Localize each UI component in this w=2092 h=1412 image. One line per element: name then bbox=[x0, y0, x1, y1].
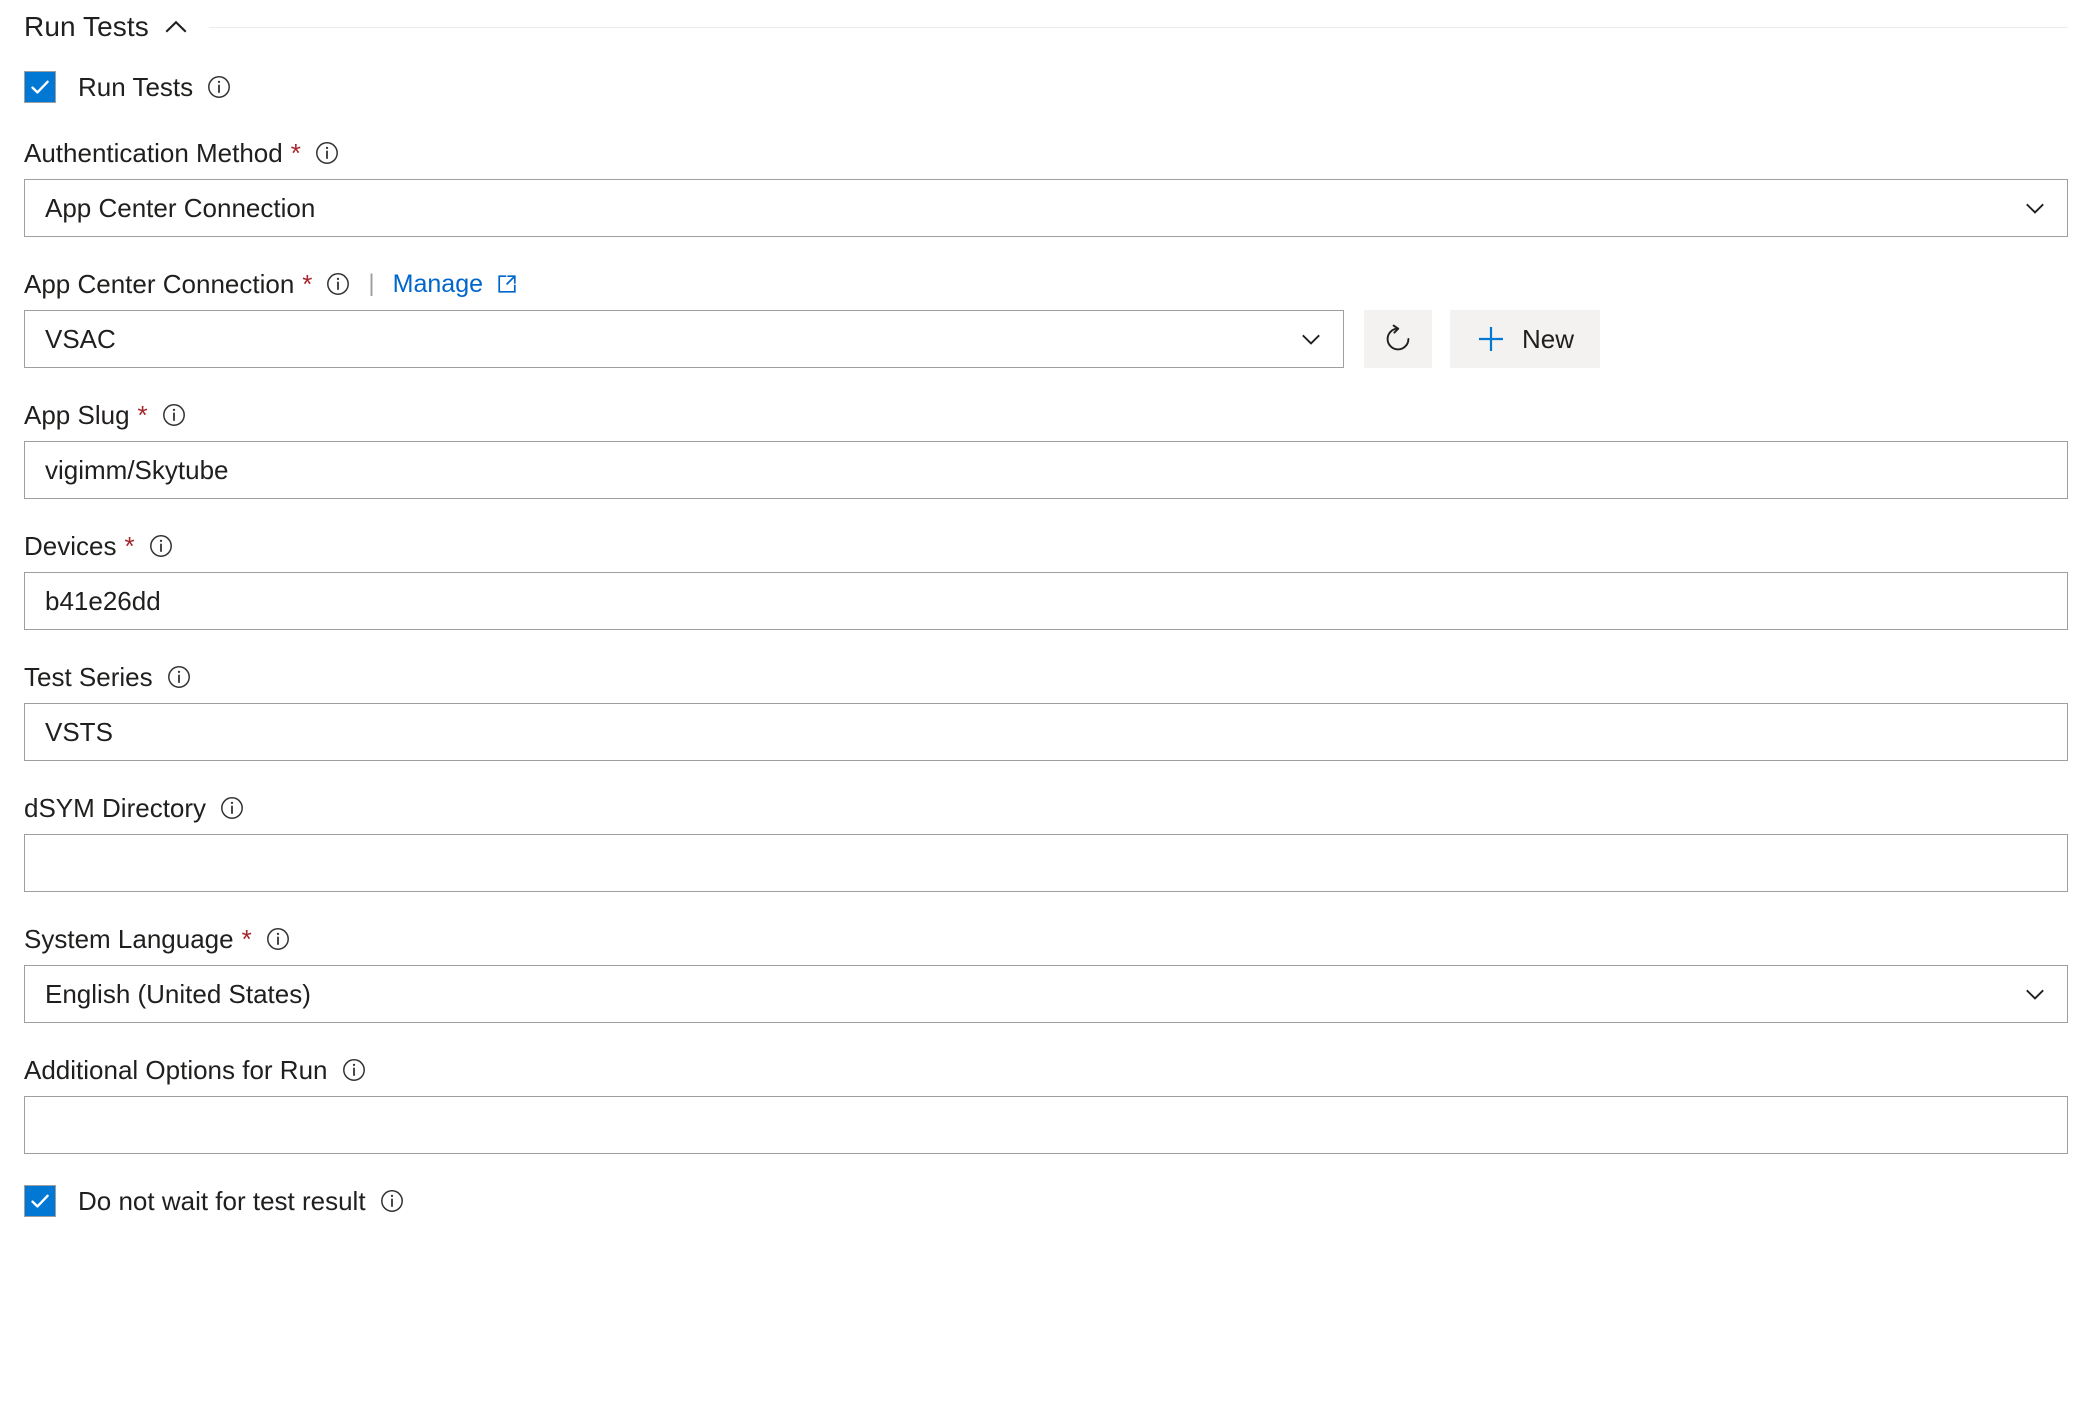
info-icon[interactable] bbox=[167, 665, 191, 689]
field-devices: Devices * b41e26dd bbox=[24, 529, 2068, 630]
control-row: English (United States) bbox=[24, 965, 2068, 1023]
field-label: Authentication Method bbox=[24, 137, 283, 168]
authentication-method-dropdown[interactable]: App Center Connection bbox=[24, 179, 2068, 237]
info-icon[interactable] bbox=[380, 1189, 404, 1213]
section-title: Run Tests bbox=[24, 11, 149, 42]
system-language-value: English (United States) bbox=[45, 978, 311, 1009]
info-icon[interactable] bbox=[220, 796, 244, 820]
info-icon[interactable] bbox=[266, 927, 290, 951]
info-icon[interactable] bbox=[326, 272, 350, 296]
test-series-value: VSTS bbox=[45, 716, 113, 747]
field-label-row: Authentication Method * bbox=[24, 136, 2068, 170]
required-indicator: * bbox=[302, 269, 313, 299]
refresh-connection-button[interactable] bbox=[1364, 310, 1432, 368]
field-additional-options: Additional Options for Run bbox=[24, 1053, 2068, 1154]
info-icon[interactable] bbox=[315, 141, 339, 165]
run-tests-checkbox[interactable] bbox=[24, 71, 56, 103]
field-label-row: Devices * bbox=[24, 529, 2068, 563]
control-row: VSAC New bbox=[24, 310, 2068, 368]
field-test-series: Test Series VSTS bbox=[24, 660, 2068, 761]
field-label: System Language bbox=[24, 923, 234, 954]
plus-icon bbox=[1476, 324, 1506, 354]
field-app-slug: App Slug * vigimm/Skytube bbox=[24, 398, 2068, 499]
run-tests-checkbox-label: Run Tests bbox=[78, 71, 194, 102]
field-dsym-directory: dSYM Directory bbox=[24, 791, 2068, 892]
devices-value: b41e26dd bbox=[45, 585, 161, 616]
control-row: b41e26dd bbox=[24, 572, 2068, 630]
chevron-down-icon[interactable] bbox=[1297, 325, 1325, 353]
run-tests-panel: Run Tests Run Tests Authentication Metho… bbox=[0, 4, 2092, 1412]
field-label-row: dSYM Directory bbox=[24, 791, 2068, 825]
required-indicator: * bbox=[124, 531, 135, 561]
chevron-down-icon[interactable] bbox=[2021, 980, 2049, 1008]
control-row bbox=[24, 1096, 2068, 1154]
devices-input[interactable]: b41e26dd bbox=[24, 572, 2068, 630]
control-row: VSTS bbox=[24, 703, 2068, 761]
field-app-center-connection: App Center Connection * | Manage VSAC Ne… bbox=[24, 267, 2068, 368]
field-label-row: Additional Options for Run bbox=[24, 1053, 2068, 1087]
field-system-language: System Language * English (United States… bbox=[24, 922, 2068, 1023]
info-icon[interactable] bbox=[207, 75, 231, 99]
field-label: Devices bbox=[24, 530, 117, 561]
do-not-wait-checkbox[interactable] bbox=[24, 1185, 56, 1217]
section-divider bbox=[208, 26, 2068, 28]
test-series-input[interactable]: VSTS bbox=[24, 703, 2068, 761]
control-row: App Center Connection bbox=[24, 179, 2068, 237]
field-label-row: App Slug * bbox=[24, 398, 2068, 432]
app-center-connection-dropdown[interactable]: VSAC bbox=[24, 310, 1344, 368]
field-label: Test Series bbox=[24, 661, 153, 692]
system-language-dropdown[interactable]: English (United States) bbox=[24, 965, 2068, 1023]
field-label: App Slug bbox=[24, 399, 130, 430]
required-indicator: * bbox=[241, 924, 252, 954]
new-connection-label: New bbox=[1522, 323, 1575, 354]
control-row: vigimm/Skytube bbox=[24, 441, 2068, 499]
do-not-wait-checkbox-label: Do not wait for test result bbox=[78, 1185, 366, 1216]
chevron-down-icon[interactable] bbox=[2021, 194, 2049, 222]
app-slug-value: vigimm/Skytube bbox=[45, 454, 229, 485]
chevron-up-icon[interactable] bbox=[163, 14, 189, 40]
field-label: dSYM Directory bbox=[24, 792, 207, 823]
field-label: App Center Connection bbox=[24, 268, 295, 299]
control-row bbox=[24, 834, 2068, 892]
additional-options-input[interactable] bbox=[24, 1096, 2068, 1154]
info-icon[interactable] bbox=[149, 534, 173, 558]
run-tests-checkbox-row[interactable]: Run Tests bbox=[24, 68, 2068, 106]
field-label-row: Test Series bbox=[24, 660, 2068, 694]
external-link-icon[interactable] bbox=[496, 273, 518, 295]
field-authentication-method: Authentication Method * App Center Conne… bbox=[24, 136, 2068, 237]
label-separator: | bbox=[368, 270, 375, 297]
authentication-method-value: App Center Connection bbox=[45, 192, 316, 223]
field-label-row: System Language * bbox=[24, 922, 2068, 956]
info-icon[interactable] bbox=[342, 1058, 366, 1082]
app-slug-input[interactable]: vigimm/Skytube bbox=[24, 441, 2068, 499]
required-indicator: * bbox=[137, 400, 148, 430]
dsym-directory-input[interactable] bbox=[24, 834, 2068, 892]
new-connection-button[interactable]: New bbox=[1450, 310, 1601, 368]
manage-link[interactable]: Manage bbox=[393, 270, 483, 299]
required-indicator: * bbox=[290, 138, 301, 168]
field-label-row: App Center Connection * | Manage bbox=[24, 267, 2068, 301]
field-label: Additional Options for Run bbox=[24, 1054, 328, 1085]
do-not-wait-checkbox-row[interactable]: Do not wait for test result bbox=[24, 1182, 2068, 1220]
info-icon[interactable] bbox=[162, 403, 186, 427]
app-center-connection-value: VSAC bbox=[45, 323, 116, 354]
refresh-icon bbox=[1381, 322, 1415, 356]
section-header: Run Tests bbox=[24, 4, 2068, 50]
